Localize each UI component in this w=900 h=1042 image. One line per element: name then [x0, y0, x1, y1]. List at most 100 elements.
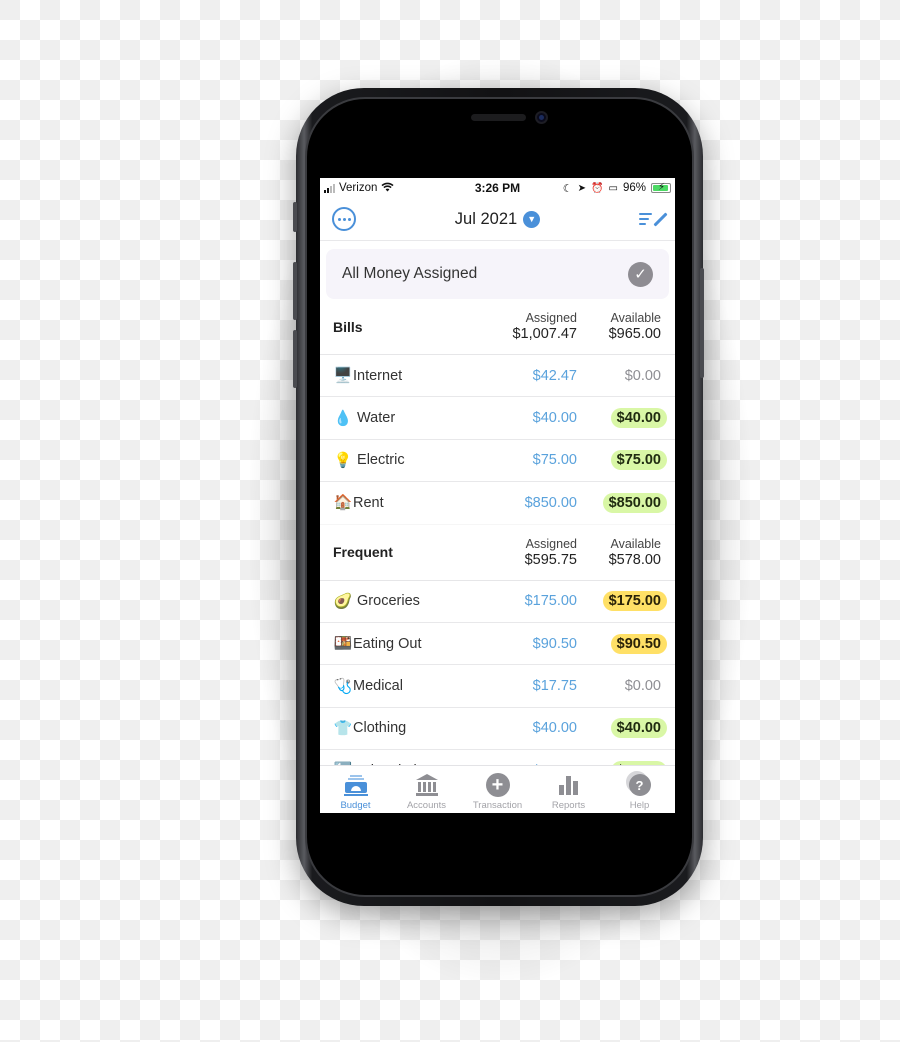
checkmark-circle-icon: ✓: [628, 261, 653, 287]
available-pill[interactable]: $175.00: [602, 591, 667, 612]
tab-label: Budget: [340, 800, 371, 811]
group-assigned: Assigned $595.75: [477, 537, 577, 568]
category-emoji-icon: 🩺: [333, 677, 353, 695]
category-emoji-icon: 🖥️: [333, 367, 353, 385]
category-assigned[interactable]: $40.00: [471, 720, 577, 736]
app-screen: Verizon 3:26 PM ☾ ➤ ⏰ ▭ 96% ⚡ Jul 2021 ▼: [320, 178, 675, 813]
wifi-icon: [381, 182, 394, 195]
category-available-cell: $0.00: [577, 676, 667, 696]
tab-transaction[interactable]: + Transaction: [462, 766, 533, 813]
category-emoji-icon: 🥑: [333, 592, 353, 610]
category-emoji-icon: 👕: [333, 719, 353, 737]
category-available-cell: $175.00: [577, 591, 667, 612]
battery-charging-icon: ⚡: [650, 182, 671, 193]
month-selector[interactable]: Jul 2021 ▼: [454, 209, 541, 229]
category-row[interactable]: 💡 Electric $75.00 $75.00: [320, 440, 675, 483]
category-available-cell: $850.00: [577, 492, 667, 513]
tab-accounts[interactable]: Accounts: [391, 766, 462, 813]
battery-percent: 96%: [622, 182, 646, 194]
available-label: Available: [610, 536, 661, 551]
category-name-cell: 🩺 Medical: [333, 678, 471, 694]
category-name: Rent: [353, 494, 384, 511]
location-icon: ➤: [577, 182, 587, 194]
earpiece-speaker: [471, 114, 526, 121]
available-total: $578.00: [608, 551, 661, 568]
month-title: Jul 2021: [454, 209, 518, 228]
assigned-label: Assigned: [525, 536, 577, 551]
category-emoji-icon: 🍱: [333, 635, 353, 653]
category-row[interactable]: 🩺 Medical $17.75 $0.00: [320, 665, 675, 708]
category-row[interactable]: 🖥️ Internet $42.47 $0.00: [320, 355, 675, 398]
category-available-cell: $75.00: [577, 450, 667, 471]
category-available-cell: $0.00: [577, 366, 667, 386]
assigned-label: Assigned: [525, 311, 577, 325]
available-pill[interactable]: $90.50: [610, 633, 667, 654]
category-name-cell: 🥑 Groceries: [333, 593, 471, 609]
category-row[interactable]: 👕 Clothing $40.00 $40.00: [320, 708, 675, 751]
category-name-cell: 🏠 Rent: [333, 495, 471, 511]
category-row[interactable]: 🏠 Rent $850.00 $850.00: [320, 482, 675, 525]
tab-label: Transaction: [472, 800, 523, 811]
category-available-cell: $40.00: [577, 408, 667, 429]
group-available: Available $578.00: [577, 537, 661, 568]
available-total: $965.00: [608, 326, 661, 342]
available-pill[interactable]: $0.00: [619, 676, 667, 696]
power-button: [700, 268, 704, 378]
banner-text: All Money Assigned: [342, 265, 478, 282]
category-row[interactable]: 🥑 Groceries $175.00 $175.00: [320, 581, 675, 623]
budget-icon: [343, 772, 369, 798]
silent-switch: [293, 202, 297, 232]
tab-label: Help: [629, 800, 650, 811]
category-name: Eating Out: [353, 635, 422, 652]
category-emoji-icon: 💧: [333, 409, 353, 427]
available-label: Available: [610, 311, 661, 325]
bar-chart-icon: [559, 775, 578, 795]
all-money-assigned-banner[interactable]: All Money Assigned ✓: [326, 249, 669, 299]
group-assigned: Assigned $1,007.47: [477, 311, 577, 342]
airplay-icon: ▭: [608, 182, 618, 194]
available-pill[interactable]: $850.00: [602, 492, 667, 513]
category-assigned[interactable]: $75.00: [471, 452, 577, 468]
category-assigned[interactable]: $850.00: [471, 495, 577, 511]
category-name: Water: [353, 410, 396, 427]
category-assigned[interactable]: $90.50: [471, 636, 577, 652]
tab-label: Accounts: [406, 800, 447, 811]
category-name-cell: 🖥️ Internet: [333, 368, 471, 384]
category-emoji-icon: 💡: [333, 451, 353, 469]
plus-circle-icon: +: [485, 773, 510, 797]
budget-groups: Bills Assigned $1,007.47 Available $965.00 🖥️…: [320, 299, 675, 793]
category-emoji-icon: 🏠: [333, 494, 353, 512]
ellipsis-circle-icon[interactable]: [332, 207, 356, 231]
category-row[interactable]: 🍱 Eating Out $90.50 $90.50: [320, 623, 675, 666]
edit-list-icon[interactable]: [638, 210, 668, 228]
category-assigned[interactable]: $42.47: [471, 368, 577, 384]
volume-down-button: [293, 330, 297, 388]
nav-bar: Jul 2021 ▼: [320, 198, 675, 241]
category-assigned[interactable]: $175.00: [471, 593, 577, 609]
category-name: Internet: [353, 367, 403, 384]
tab-reports[interactable]: Reports: [533, 766, 604, 813]
category-assigned[interactable]: $40.00: [471, 410, 577, 426]
group-name: Bills: [333, 318, 363, 335]
category-name-cell: 👕 Clothing: [333, 720, 471, 736]
help-bubble-icon: ?: [628, 774, 651, 796]
category-name: Medical: [353, 678, 403, 695]
available-pill[interactable]: $0.00: [619, 366, 667, 386]
group-header[interactable]: Bills Assigned $1,007.47 Available $965.00: [320, 299, 675, 355]
group-header[interactable]: Frequent Assigned $595.75 Available $578.00: [320, 525, 675, 581]
category-name-cell: 💧 Water: [333, 410, 471, 426]
category-row[interactable]: 💧 Water $40.00 $40.00: [320, 397, 675, 440]
tab-help[interactable]: ? Help: [604, 766, 675, 813]
available-pill[interactable]: $40.00: [610, 718, 667, 739]
tab-budget[interactable]: Budget: [320, 766, 391, 813]
category-available-cell: $90.50: [577, 633, 667, 654]
available-pill[interactable]: $40.00: [610, 408, 667, 429]
category-name: Electric: [353, 452, 405, 469]
available-pill[interactable]: $75.00: [610, 450, 667, 471]
category-available-cell: $40.00: [577, 718, 667, 739]
bank-icon: [415, 772, 439, 798]
front-camera: [535, 111, 548, 124]
status-bar: Verizon 3:26 PM ☾ ➤ ⏰ ▭ 96% ⚡: [320, 178, 675, 198]
assigned-total: $1,007.47: [512, 326, 577, 342]
category-assigned[interactable]: $17.75: [471, 678, 577, 694]
